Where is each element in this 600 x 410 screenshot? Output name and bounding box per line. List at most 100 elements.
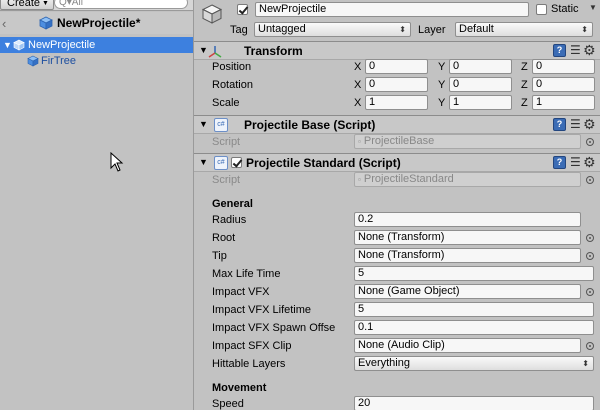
position-z-field[interactable]: 0 bbox=[532, 59, 595, 74]
expand-triangle-icon[interactable]: ▼ bbox=[3, 37, 12, 53]
collapse-triangle-icon[interactable]: ▼ bbox=[199, 45, 208, 55]
hierarchy-item-newprojectile[interactable]: ▼ NewProjectile bbox=[0, 37, 193, 53]
impact-vfx-lifetime-field[interactable]: 5 bbox=[354, 302, 594, 317]
radius-label: Radius bbox=[212, 214, 247, 226]
chevron-updown-icon: ⬍ bbox=[581, 25, 588, 34]
collapse-triangle-icon[interactable]: ▼ bbox=[199, 119, 208, 129]
axis-y-label: Y bbox=[438, 79, 446, 91]
scale-z-field[interactable]: 1 bbox=[532, 95, 595, 110]
create-button-label: Create bbox=[7, 0, 41, 9]
back-chevron-icon[interactable]: ‹ bbox=[2, 16, 6, 31]
prefab-cube-icon bbox=[27, 55, 39, 67]
tag-label: Tag bbox=[230, 24, 248, 36]
script-label: Script bbox=[212, 136, 241, 148]
create-button[interactable]: Create ▼ bbox=[0, 0, 54, 10]
impact-vfx-field[interactable]: None (Game Object) bbox=[354, 284, 581, 299]
object-picker-icon[interactable] bbox=[586, 176, 594, 184]
book-icon[interactable]: ? bbox=[553, 44, 566, 57]
position-x-field[interactable]: 0 bbox=[365, 59, 428, 74]
tip-field[interactable]: None (Transform) bbox=[354, 248, 581, 263]
transform-axes-icon bbox=[208, 46, 222, 58]
scene-title: NewProjectile* bbox=[57, 16, 141, 30]
gear-icon[interactable]: ⚙ bbox=[583, 117, 596, 131]
gear-icon[interactable]: ⚙ bbox=[583, 43, 596, 57]
scale-y-field[interactable]: 1 bbox=[449, 95, 512, 110]
menu-icon[interactable]: ☰ bbox=[570, 44, 581, 57]
book-icon[interactable]: ? bbox=[553, 118, 566, 131]
hittable-layers-label: Hittable Layers bbox=[212, 358, 286, 370]
impact-vfx-spawn-offset-label: Impact VFX Spawn Offse bbox=[212, 322, 336, 334]
object-name-field[interactable]: NewProjectile bbox=[255, 2, 529, 17]
prefab-cube-icon bbox=[13, 39, 25, 51]
chevron-updown-icon: ⬍ bbox=[582, 359, 589, 368]
layer-dropdown[interactable]: Default ⬍ bbox=[455, 22, 593, 37]
script-field-value: ProjectileBase bbox=[363, 135, 435, 147]
root-field[interactable]: None (Transform) bbox=[354, 230, 581, 245]
layer-label: Layer bbox=[418, 24, 446, 36]
prefab-cube-icon bbox=[39, 16, 53, 30]
inspector-panel: NewProjectile Static ▼ Tag Untagged ⬍ La… bbox=[193, 0, 600, 410]
collapse-triangle-icon[interactable]: ▼ bbox=[199, 157, 208, 167]
layer-dropdown-value: Default bbox=[459, 23, 494, 35]
tag-dropdown[interactable]: Untagged ⬍ bbox=[254, 22, 411, 37]
object-picker-icon[interactable] bbox=[586, 342, 594, 350]
hittable-layers-dropdown[interactable]: Everything ⬍ bbox=[354, 356, 594, 371]
projectile-standard-component-header[interactable]: ▼ c# Projectile Standard (Script) ? ☰ ⚙ bbox=[194, 153, 600, 172]
impact-vfx-label: Impact VFX bbox=[212, 286, 270, 298]
hierarchy-item-label: NewProjectile bbox=[28, 39, 96, 51]
rotation-y-field[interactable]: 0 bbox=[449, 77, 512, 92]
axis-z-label: Z bbox=[521, 61, 528, 73]
projectile-standard-title: Projectile Standard (Script) bbox=[246, 156, 401, 170]
radius-field[interactable]: 0.2 bbox=[354, 212, 581, 227]
active-checkbox[interactable] bbox=[237, 4, 248, 15]
csharp-script-icon: c# bbox=[214, 156, 228, 170]
impact-vfx-lifetime-label: Impact VFX Lifetime bbox=[212, 304, 312, 316]
script-label: Script bbox=[212, 174, 241, 186]
projectile-base-component-header[interactable]: ▼ c# Projectile Base (Script) ? ☰ ⚙ bbox=[194, 115, 600, 134]
hierarchy-item-firtree[interactable]: FirTree bbox=[0, 53, 193, 69]
component-header-icons: ? ☰ ⚙ bbox=[553, 43, 599, 58]
speed-label: Speed bbox=[212, 398, 244, 410]
script-file-icon: ▫ bbox=[358, 175, 361, 184]
component-header-icons: ? ☰ ⚙ bbox=[553, 155, 599, 170]
axis-z-label: Z bbox=[521, 97, 528, 109]
menu-icon[interactable]: ☰ bbox=[570, 156, 581, 169]
rotation-x-field[interactable]: 0 bbox=[365, 77, 428, 92]
object-picker-icon[interactable] bbox=[586, 252, 594, 260]
impact-sfx-clip-field[interactable]: None (Audio Clip) bbox=[354, 338, 581, 353]
menu-icon[interactable]: ☰ bbox=[570, 118, 581, 131]
projectile-standard-script-field: ▫ ProjectileStandard bbox=[354, 172, 581, 187]
gear-icon[interactable]: ⚙ bbox=[583, 155, 596, 169]
axis-x-label: X bbox=[354, 97, 362, 109]
prefab-scene-header: ‹ NewProjectile* bbox=[0, 12, 193, 34]
scale-x-field[interactable]: 1 bbox=[365, 95, 428, 110]
transform-component-header[interactable]: ▼ Transform ? ☰ ⚙ bbox=[194, 41, 600, 60]
scale-label: Scale bbox=[212, 97, 240, 109]
hierarchy-toolbar: Create ▼ Q▾All bbox=[0, 0, 193, 11]
impact-vfx-spawn-offset-field[interactable]: 0.1 bbox=[354, 320, 594, 335]
mouse-cursor-icon bbox=[110, 152, 124, 172]
speed-field[interactable]: 20 bbox=[354, 396, 594, 410]
static-label: Static bbox=[551, 3, 579, 15]
position-label: Position bbox=[212, 61, 252, 73]
movement-section-header: Movement bbox=[212, 382, 267, 394]
axis-x-label: X bbox=[354, 61, 362, 73]
position-y-field[interactable]: 0 bbox=[449, 59, 512, 74]
hierarchy-item-label: FirTree bbox=[41, 55, 77, 67]
component-enabled-checkbox[interactable] bbox=[231, 157, 242, 168]
max-life-time-field[interactable]: 5 bbox=[354, 266, 594, 281]
axis-y-label: Y bbox=[438, 61, 446, 73]
object-picker-icon[interactable] bbox=[586, 138, 594, 146]
rotation-label: Rotation bbox=[212, 79, 253, 91]
component-header-icons: ? ☰ ⚙ bbox=[553, 117, 599, 132]
hierarchy-panel: Create ▼ Q▾All ‹ NewProjectile* ▼ NewProj… bbox=[0, 0, 193, 410]
book-icon[interactable]: ? bbox=[553, 156, 566, 169]
rotation-z-field[interactable]: 0 bbox=[532, 77, 595, 92]
static-dropdown-arrow-icon[interactable]: ▼ bbox=[589, 3, 597, 12]
hierarchy-search-input[interactable]: Q▾All bbox=[54, 0, 188, 9]
static-checkbox[interactable] bbox=[536, 4, 547, 15]
object-picker-icon[interactable] bbox=[586, 288, 594, 296]
tip-label: Tip bbox=[212, 250, 227, 262]
object-picker-icon[interactable] bbox=[586, 234, 594, 242]
chevron-updown-icon: ⬍ bbox=[399, 25, 406, 34]
